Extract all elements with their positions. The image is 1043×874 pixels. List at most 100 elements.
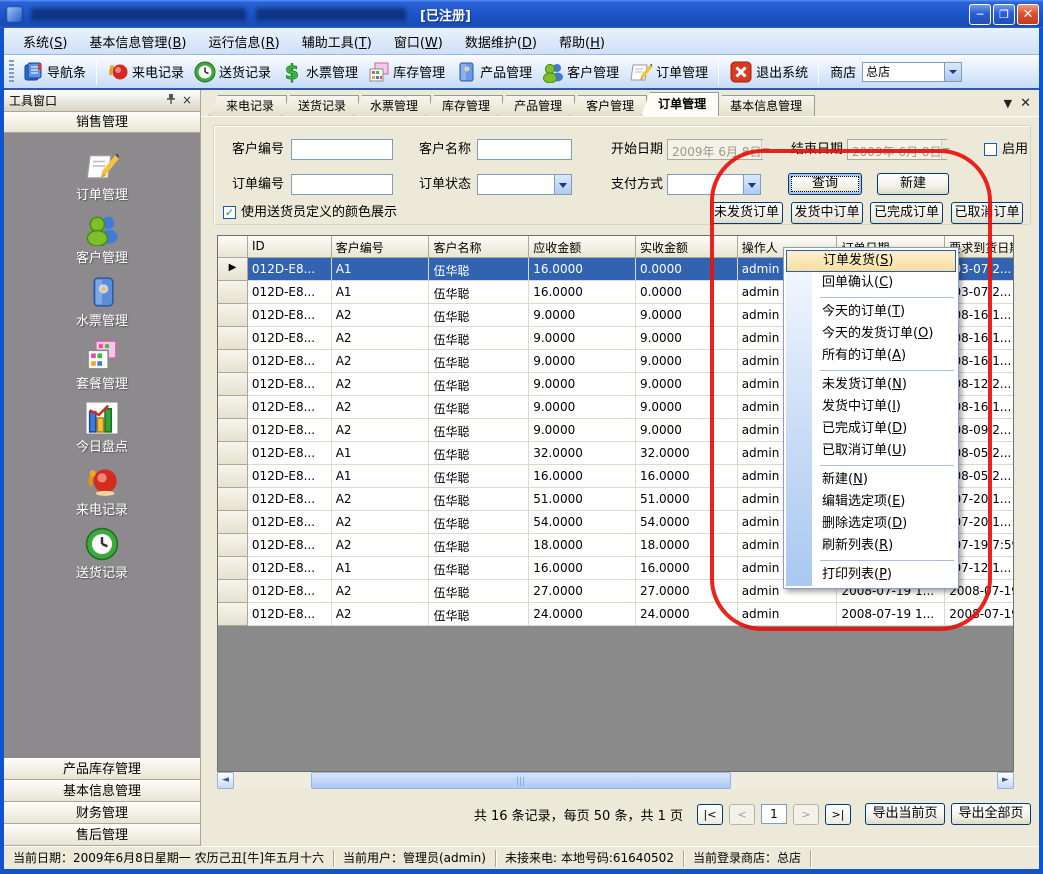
- tab-3[interactable]: 库存管理: [425, 95, 503, 116]
- chevron-down-icon[interactable]: [944, 63, 961, 81]
- context-menu-item[interactable]: 今天的订单(T): [786, 301, 956, 323]
- menu-bar-item[interactable]: 基本信息管理(B): [78, 29, 197, 54]
- context-menu-item[interactable]: 刷新列表(R): [786, 535, 956, 557]
- minimize-button[interactable]: ─: [969, 4, 991, 25]
- end-date-picker[interactable]: 2009年 6月 8日: [847, 139, 947, 160]
- tab-list-dropdown-icon[interactable]: ▼: [1004, 97, 1012, 110]
- new-button[interactable]: 新建: [877, 173, 949, 195]
- sidebar-item-customer-mgmt[interactable]: 客户管理: [42, 212, 162, 275]
- sidebar-item-package-mgmt[interactable]: 套餐管理: [42, 338, 162, 401]
- close-button[interactable]: ✕: [1017, 4, 1039, 25]
- query-button[interactable]: 查询: [788, 173, 862, 195]
- toolbar-inventory-button[interactable]: 库存管理: [363, 59, 450, 85]
- sidebar-item-water-ticket-mgmt[interactable]: 水票管理: [42, 275, 162, 338]
- toolbar-water-ticket-button[interactable]: $ 水票管理: [276, 59, 363, 85]
- row-selector[interactable]: [218, 396, 248, 419]
- maximize-button[interactable]: ❐: [993, 4, 1015, 25]
- chevron-down-icon[interactable]: [554, 175, 571, 194]
- row-selector[interactable]: [218, 304, 248, 327]
- row-selector[interactable]: [218, 465, 248, 488]
- first-page-button[interactable]: |<: [697, 804, 723, 825]
- context-menu-item[interactable]: 已完成订单(D): [786, 418, 956, 440]
- context-menu-item[interactable]: 订单发货(S): [786, 250, 956, 272]
- tab-1[interactable]: 送货记录: [281, 95, 359, 116]
- page-number-input[interactable]: 1: [761, 804, 787, 824]
- export-all-pages-button[interactable]: 导出全部页: [951, 803, 1031, 825]
- unshipped-orders-button[interactable]: 未发货订单: [710, 202, 783, 224]
- context-menu-item[interactable]: 未发货订单(N): [786, 374, 956, 396]
- tab-5[interactable]: 客户管理: [569, 95, 647, 116]
- row-selector[interactable]: [218, 281, 248, 304]
- menu-bar-item[interactable]: 帮助(H): [548, 29, 616, 54]
- row-selector[interactable]: [218, 327, 248, 350]
- context-menu-item[interactable]: 新建(N): [786, 469, 956, 491]
- row-selector[interactable]: [218, 603, 248, 626]
- chevron-down-icon[interactable]: [761, 140, 770, 159]
- tab-active[interactable]: 订单管理: [641, 92, 719, 116]
- context-menu-item[interactable]: 所有的订单(A): [786, 345, 956, 367]
- shop-select[interactable]: 总店: [862, 62, 962, 82]
- toolbar-product-button[interactable]: 产品管理: [450, 59, 537, 85]
- prev-page-button[interactable]: <: [729, 804, 755, 825]
- pay-method-select[interactable]: [667, 174, 761, 195]
- sidebar-section-finance[interactable]: 财务管理: [4, 802, 200, 824]
- start-date-picker[interactable]: 2009年 6月 8日: [667, 139, 763, 160]
- tab-2[interactable]: 水票管理: [353, 95, 431, 116]
- scrollbar-track[interactable]: [234, 772, 997, 789]
- toolbar-order-button[interactable]: 订单管理: [624, 59, 713, 85]
- sidebar-section-basic-info[interactable]: 基本信息管理: [4, 780, 200, 802]
- column-header-id[interactable]: ID: [248, 236, 332, 258]
- row-selector-arrow[interactable]: ▶: [218, 258, 248, 281]
- cancelled-orders-button[interactable]: 已取消订单: [951, 202, 1023, 224]
- column-header-received[interactable]: 实收金额: [636, 236, 738, 258]
- row-selector[interactable]: [218, 419, 248, 442]
- menu-bar-item[interactable]: 窗口(W): [383, 29, 454, 54]
- order-status-select[interactable]: [477, 174, 572, 195]
- context-menu-item[interactable]: 回单确认(C): [786, 272, 956, 294]
- completed-orders-button[interactable]: 已完成订单: [870, 202, 943, 224]
- sidebar-item-today-inventory[interactable]: 今日盘点: [42, 401, 162, 464]
- customer-name-input[interactable]: [477, 139, 572, 160]
- chevron-down-icon[interactable]: [743, 175, 760, 194]
- sidebar-section-product-inventory[interactable]: 产品库存管理: [4, 758, 200, 780]
- close-icon[interactable]: ×: [179, 93, 195, 109]
- toolbar-delivery-record-button[interactable]: 送货记录: [189, 59, 276, 85]
- customer-no-input[interactable]: [291, 139, 393, 160]
- sidebar-section-after-sales[interactable]: 售后管理: [4, 824, 200, 846]
- row-selector[interactable]: [218, 534, 248, 557]
- shipping-orders-button[interactable]: 发货中订单: [791, 202, 863, 224]
- column-header-receivable[interactable]: 应收金额: [529, 236, 636, 258]
- column-header-customer-no[interactable]: 客户编号: [332, 236, 430, 258]
- row-selector[interactable]: [218, 350, 248, 373]
- sidebar-item-delivery-record[interactable]: 送货记录: [42, 527, 162, 590]
- context-menu-item[interactable]: 打印列表(P): [786, 564, 956, 586]
- tab-close-icon[interactable]: ✕: [1020, 96, 1031, 111]
- context-menu-item[interactable]: 今天的发货订单(O): [786, 323, 956, 345]
- toolbar-incoming-call-button[interactable]: 来电记录: [102, 59, 189, 85]
- row-selector[interactable]: [218, 557, 248, 580]
- context-menu-item[interactable]: 已取消订单(U): [786, 440, 956, 462]
- context-menu-item[interactable]: 发货中订单(I): [786, 396, 956, 418]
- sidebar-item-order-mgmt[interactable]: 订单管理: [42, 149, 162, 212]
- scrollbar-thumb[interactable]: [311, 772, 731, 789]
- row-selector[interactable]: [218, 442, 248, 465]
- toolbar-customer-button[interactable]: 客户管理: [537, 59, 624, 85]
- row-selector[interactable]: [218, 511, 248, 534]
- order-no-input[interactable]: [291, 174, 393, 195]
- tab-0[interactable]: 来电记录: [209, 95, 287, 116]
- toolbar-grip[interactable]: [9, 60, 14, 84]
- last-page-button[interactable]: >|: [825, 804, 851, 825]
- export-current-page-button[interactable]: 导出当前页: [865, 803, 945, 825]
- toolbar-navigator-button[interactable]: 导航条: [17, 59, 91, 85]
- toolbar-exit-button[interactable]: 退出系统: [724, 58, 813, 86]
- pin-icon[interactable]: [163, 93, 179, 109]
- scroll-left-icon[interactable]: ◄: [217, 772, 234, 789]
- row-selector[interactable]: [218, 488, 248, 511]
- tab-4[interactable]: 产品管理: [497, 95, 575, 116]
- menu-bar-item[interactable]: 数据维护(D): [454, 29, 548, 54]
- row-selector[interactable]: [218, 373, 248, 396]
- grid-h-scrollbar[interactable]: ◄ ►: [217, 772, 1014, 789]
- menu-bar-item[interactable]: 系统(S): [12, 29, 78, 54]
- scroll-right-icon[interactable]: ►: [997, 772, 1014, 789]
- chevron-down-icon[interactable]: [941, 140, 950, 159]
